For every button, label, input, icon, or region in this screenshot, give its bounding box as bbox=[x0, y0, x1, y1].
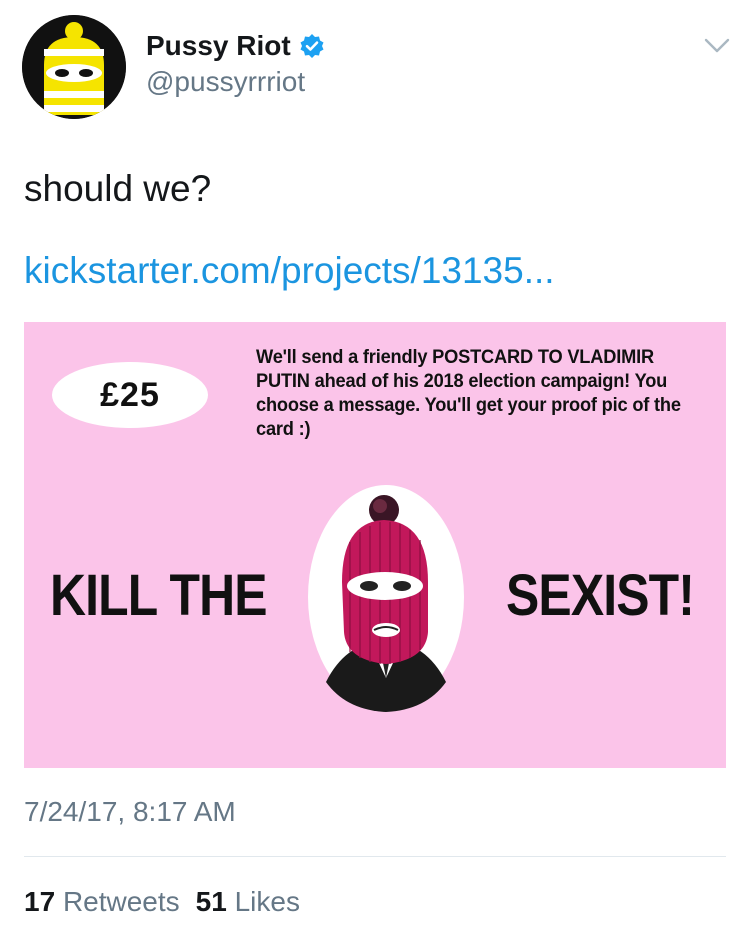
author-avatar[interactable] bbox=[22, 15, 126, 119]
balaclava-avatar-icon bbox=[22, 15, 126, 119]
author-display-name[interactable]: Pussy Riot bbox=[146, 30, 291, 62]
verified-badge-icon bbox=[299, 33, 325, 59]
tweet-media-card[interactable]: £25 We'll send a friendly POSTCARD TO VL… bbox=[24, 322, 726, 768]
chevron-down-icon[interactable] bbox=[704, 38, 730, 54]
slogan-left: KILL THE bbox=[50, 563, 268, 628]
tweet-text: should we? bbox=[24, 168, 212, 209]
retweets-label: Retweets bbox=[62, 886, 180, 917]
likes-stat[interactable]: 51 Likes bbox=[196, 886, 300, 917]
likes-label: Likes bbox=[234, 886, 300, 917]
likes-count: 51 bbox=[195, 886, 227, 917]
author-name-row[interactable]: Pussy Riot bbox=[146, 30, 325, 62]
price-badge: £25 bbox=[52, 362, 208, 428]
author-handle[interactable]: @pussyrrriot bbox=[146, 66, 305, 98]
divider bbox=[24, 856, 726, 857]
promo-text: We'll send a friendly POSTCARD TO VLADIM… bbox=[256, 347, 681, 440]
engagement-stats: 17 Retweets 51 Likes bbox=[24, 886, 300, 918]
tweet-timestamp[interactable]: 7/24/17, 8:17 AM bbox=[24, 796, 236, 828]
tweet-link[interactable]: kickstarter.com/projects/13135... bbox=[24, 250, 555, 292]
slogan-right: SEXIST! bbox=[506, 563, 695, 628]
retweets-stat[interactable]: 17 Retweets bbox=[24, 886, 180, 917]
masked-portrait-icon bbox=[308, 485, 464, 712]
retweets-count: 17 bbox=[24, 886, 56, 917]
